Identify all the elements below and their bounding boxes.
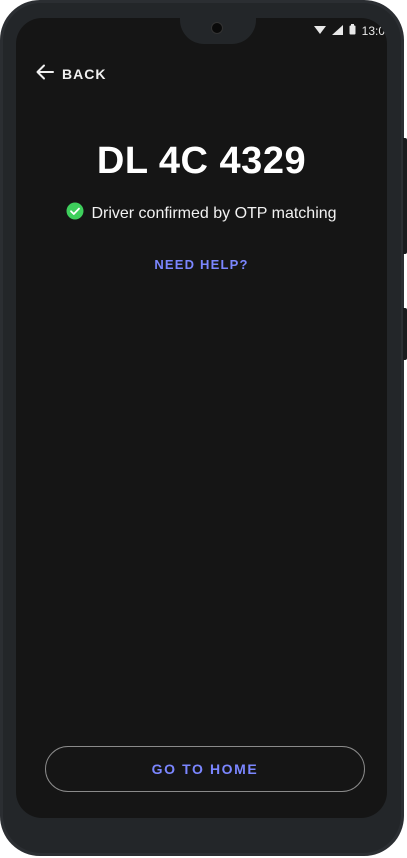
volume-button (403, 138, 407, 254)
notch (180, 18, 256, 44)
confirmation-text: Driver confirmed by OTP matching (91, 204, 337, 222)
back-label: BACK (62, 65, 107, 82)
need-help-link[interactable]: NEED HELP? (16, 257, 387, 272)
back-button[interactable]: BACK (36, 64, 106, 83)
status-bar: 13:0 (313, 22, 387, 40)
arrow-left-icon (36, 64, 54, 83)
wifi-icon (313, 24, 326, 38)
battery-icon (349, 24, 356, 38)
screen: 13:0 BACK DL 4C 4329 Driver confirmed by… (16, 18, 387, 818)
power-button (403, 308, 407, 360)
go-to-home-button[interactable]: GO TO HOME (45, 746, 365, 792)
camera-icon (212, 23, 222, 33)
check-circle-icon (66, 202, 84, 225)
plate-number: DL 4C 4329 (96, 140, 307, 182)
phone-frame: 13:0 BACK DL 4C 4329 Driver confirmed by… (0, 0, 407, 856)
confirmation-status: Driver confirmed by OTP matching (16, 202, 387, 225)
signal-icon (331, 24, 343, 38)
status-time: 13:0 (361, 24, 385, 38)
